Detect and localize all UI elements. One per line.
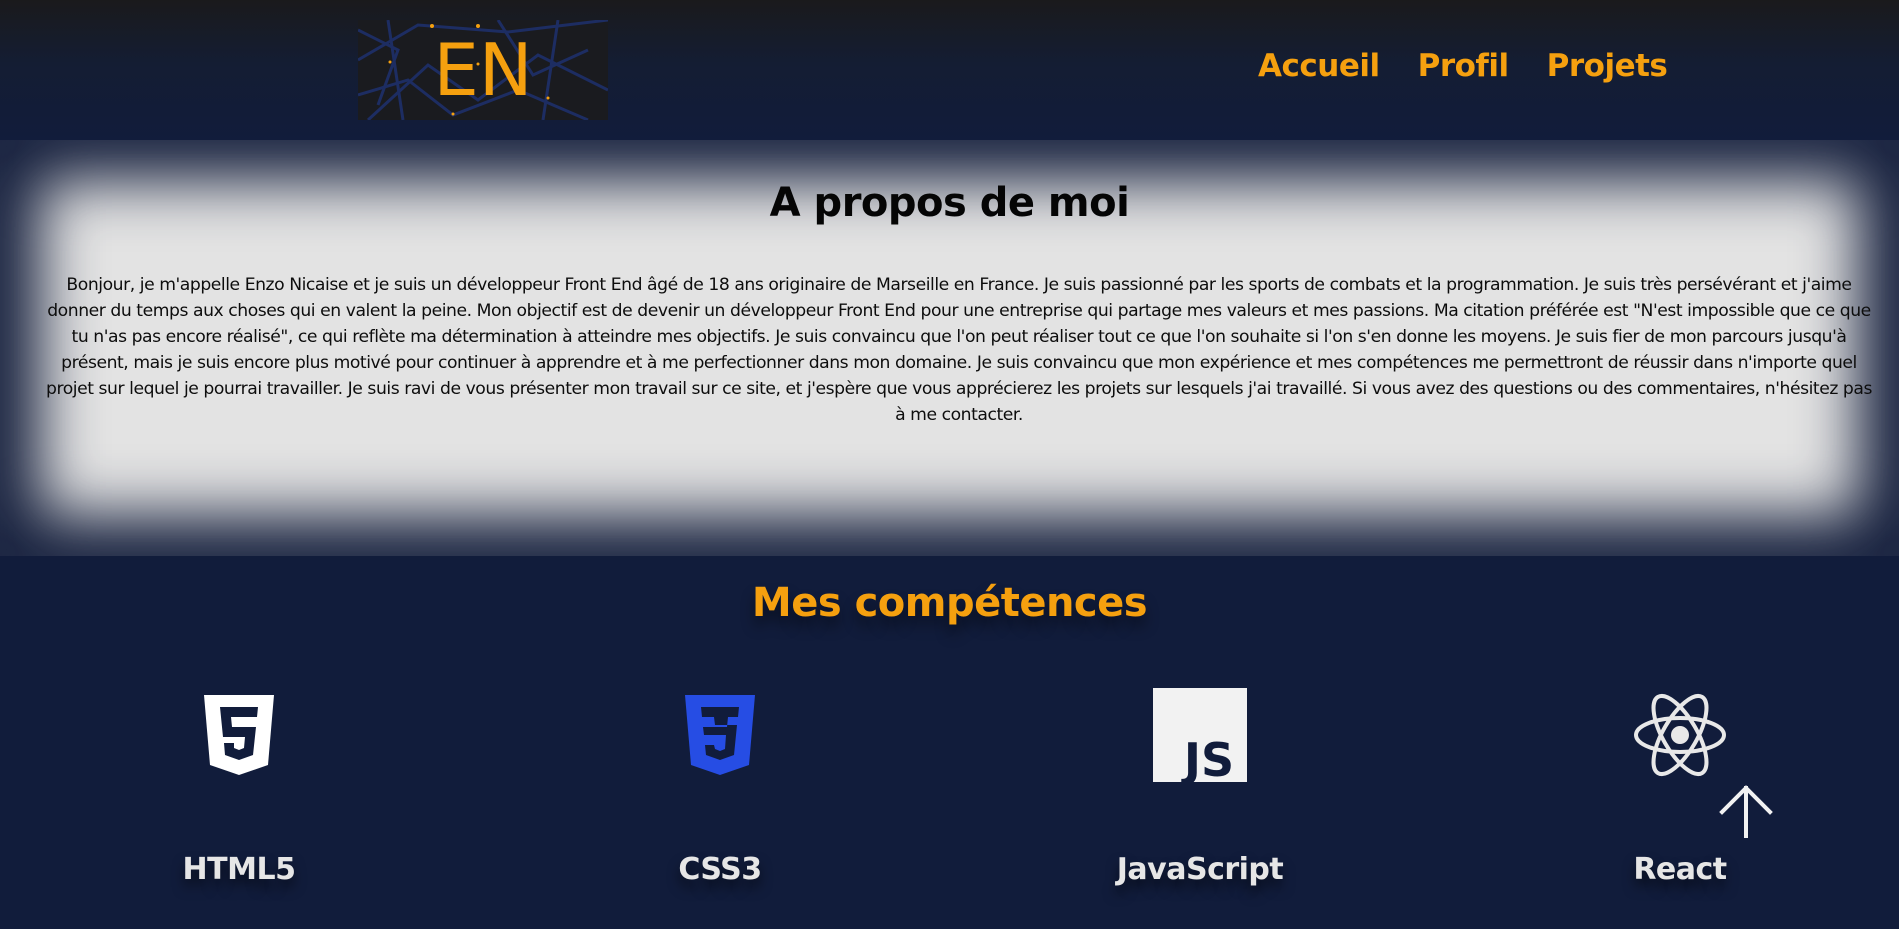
javascript-icon: JS <box>1153 688 1247 782</box>
react-icon <box>1634 693 1726 777</box>
about-panel: A propos de moi Bonjour, je m'appelle En… <box>0 140 1899 556</box>
skill-css3 <box>570 680 870 790</box>
about-title: A propos de moi <box>769 180 1130 226</box>
nav-projets[interactable]: Projets <box>1547 48 1668 84</box>
skill-label-html5: HTML5 <box>182 852 296 887</box>
css3-icon <box>685 695 755 775</box>
skill-label-react: React <box>1633 852 1727 887</box>
scroll-top-button[interactable] <box>1716 782 1776 842</box>
skills-title: Mes compétences <box>751 580 1148 626</box>
skill-javascript: JS <box>1050 680 1350 790</box>
main-nav: Accueil Profil Projets <box>1258 48 1668 84</box>
skill-label-css3: CSS3 <box>678 852 762 887</box>
about-section: A propos de moi Bonjour, je m'appelle En… <box>0 140 1899 556</box>
logo-icon: EN <box>358 20 608 120</box>
site-header: EN Accueil Profil Projets <box>0 0 1899 140</box>
nav-accueil[interactable]: Accueil <box>1258 48 1380 84</box>
about-text: Bonjour, je m'appelle Enzo Nicaise et je… <box>46 275 1872 425</box>
skill-html5 <box>89 680 389 790</box>
svg-text:JS: JS <box>1181 733 1234 782</box>
logo-text: EN <box>433 28 532 112</box>
logo[interactable]: EN <box>358 20 608 120</box>
nav-profil[interactable]: Profil <box>1418 48 1510 84</box>
skill-label-javascript: JavaScript <box>1116 852 1284 887</box>
skill-react <box>1530 680 1830 790</box>
html5-icon <box>204 695 274 775</box>
arrow-up-icon <box>1719 785 1773 838</box>
